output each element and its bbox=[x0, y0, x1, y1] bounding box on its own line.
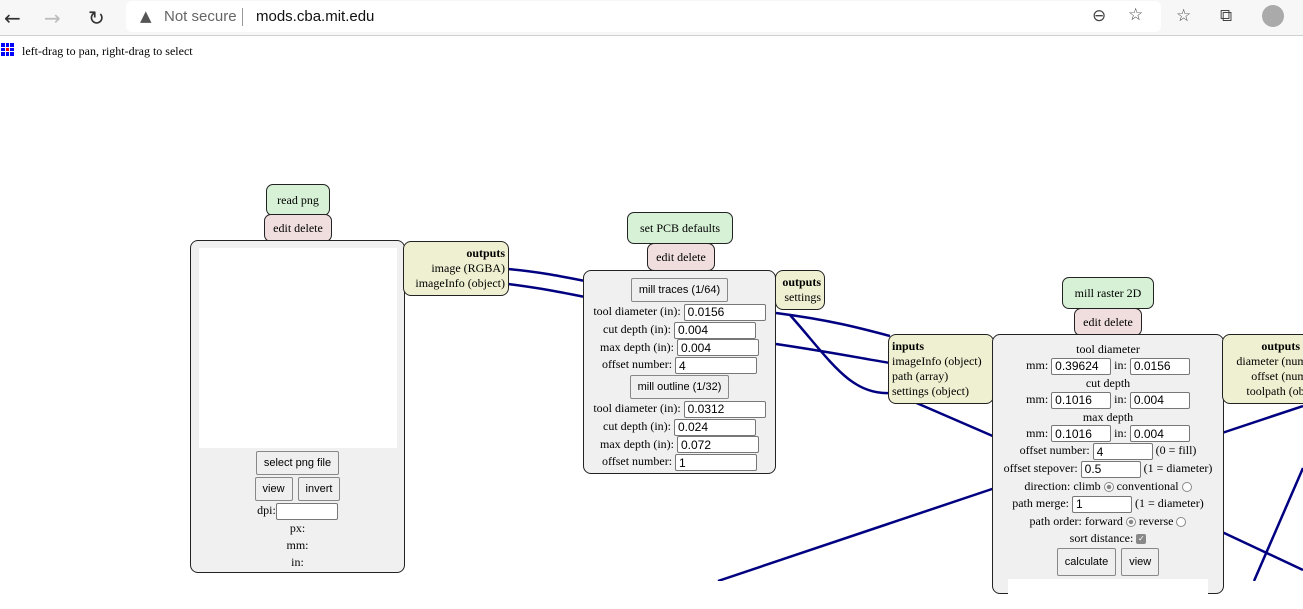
label: in: bbox=[1114, 358, 1127, 372]
forward-radio[interactable] bbox=[1125, 516, 1136, 527]
label: conventional bbox=[1116, 478, 1179, 493]
mill-raster-module: tool diameter mm: in: cut depth mm: in: … bbox=[992, 334, 1224, 609]
wire bbox=[717, 486, 996, 581]
label: tool diameter (in): bbox=[593, 401, 681, 415]
label: reverse bbox=[1138, 513, 1174, 528]
note: (1 = diameter) bbox=[1143, 461, 1213, 475]
calculate-button[interactable]: calculate bbox=[1056, 547, 1117, 576]
input-path[interactable]: path (array) bbox=[892, 369, 990, 384]
px-label: px: bbox=[289, 520, 306, 535]
wire bbox=[1252, 467, 1303, 581]
label: offset number: bbox=[1019, 443, 1090, 458]
outputs-label: outputs bbox=[1261, 339, 1300, 353]
max-mm-input[interactable] bbox=[1051, 425, 1112, 443]
output-offset[interactable]: offset (number) bbox=[1226, 369, 1303, 384]
note: (1 = diameter) bbox=[1135, 495, 1204, 510]
offset-stepover-input[interactable] bbox=[1080, 460, 1141, 478]
wire bbox=[775, 311, 891, 338]
cut-mm-input[interactable] bbox=[1051, 391, 1112, 409]
in-label: in: bbox=[291, 554, 304, 569]
output-diameter[interactable]: diameter (number) bbox=[1226, 354, 1303, 369]
select-png-button[interactable]: select png file bbox=[255, 451, 340, 475]
sort-distance-checkbox[interactable]: ✓ bbox=[1136, 533, 1147, 544]
input-imageinfo[interactable]: imageInfo (object) bbox=[892, 354, 990, 369]
read-png-module: select png file view invert dpi: px: mm:… bbox=[190, 240, 405, 573]
traces-offset-number[interactable] bbox=[675, 357, 758, 374]
read-png-outputs: outputs image (RGBA) imageInfo (object) bbox=[403, 241, 509, 296]
traces-tool-diameter[interactable] bbox=[683, 303, 766, 321]
label: path order: forward bbox=[1029, 513, 1123, 528]
traces-max-depth[interactable] bbox=[676, 339, 759, 357]
label: direction: climb bbox=[1024, 478, 1101, 493]
reverse-radio[interactable] bbox=[1176, 516, 1187, 527]
invert-button[interactable]: invert bbox=[297, 477, 341, 501]
output-image[interactable]: image (RGBA) bbox=[407, 261, 505, 276]
cut-depth-heading: cut depth bbox=[1085, 375, 1131, 390]
outline-offset-number[interactable] bbox=[675, 454, 758, 471]
tool-in-input[interactable] bbox=[1129, 357, 1190, 375]
view-button[interactable]: view bbox=[1121, 547, 1160, 576]
label: in: bbox=[1114, 425, 1127, 440]
label: tool diameter (in): bbox=[593, 304, 681, 318]
output-imageinfo[interactable]: imageInfo (object) bbox=[407, 276, 505, 291]
dpi-input[interactable] bbox=[275, 502, 338, 520]
label: sort distance: bbox=[1069, 530, 1134, 545]
dpi-label: dpi: bbox=[257, 503, 276, 517]
wire bbox=[1221, 404, 1303, 435]
max-in-input[interactable] bbox=[1129, 425, 1190, 443]
toolpath-preview bbox=[1008, 578, 1208, 609]
outline-max-depth[interactable] bbox=[676, 436, 759, 454]
label: mm: bbox=[1026, 391, 1049, 406]
label: mm: bbox=[1026, 425, 1049, 440]
max-depth-heading: max depth bbox=[1082, 409, 1134, 424]
conventional-radio[interactable] bbox=[1181, 482, 1192, 492]
outputs-label: outputs bbox=[466, 246, 505, 260]
tool-mm-input[interactable] bbox=[1051, 357, 1112, 375]
climb-radio[interactable] bbox=[1103, 482, 1114, 492]
pcb-defaults-title[interactable]: set PCB defaults bbox=[627, 212, 733, 244]
tool-diameter-heading: tool diameter bbox=[1076, 342, 1140, 356]
read-png-edit-delete[interactable]: edit delete bbox=[264, 214, 332, 242]
mill-raster-title[interactable]: mill raster 2D bbox=[1062, 277, 1154, 309]
label: max depth (in): bbox=[600, 436, 674, 451]
label: offset number: bbox=[601, 357, 673, 372]
output-toolpath[interactable]: toolpath (object) bbox=[1226, 384, 1303, 399]
cut-in-input[interactable] bbox=[1129, 391, 1190, 409]
outputs-label: outputs bbox=[782, 275, 821, 289]
inputs-label: inputs bbox=[892, 339, 925, 353]
label: offset stepover: bbox=[1003, 461, 1078, 475]
pcb-outputs: outputs settings bbox=[775, 270, 825, 310]
label: in: bbox=[1114, 391, 1127, 406]
label: max depth (in): bbox=[600, 339, 674, 354]
mill-outline-button[interactable]: mill outline (1/32) bbox=[629, 375, 730, 399]
label: path merge: bbox=[1012, 495, 1069, 510]
pcb-edit-delete[interactable]: edit delete bbox=[647, 243, 715, 271]
view-button[interactable]: view bbox=[254, 477, 293, 501]
label: cut depth (in): bbox=[603, 321, 671, 336]
offset-number-input[interactable] bbox=[1092, 443, 1153, 460]
output-settings[interactable]: settings bbox=[779, 290, 821, 305]
pcb-defaults-module: mill traces (1/64) tool diameter (in): c… bbox=[583, 270, 776, 474]
input-settings[interactable]: settings (object) bbox=[892, 384, 990, 399]
mill-traces-button[interactable]: mill traces (1/64) bbox=[630, 278, 729, 302]
label: mm: bbox=[1026, 358, 1049, 372]
raster-edit-delete[interactable]: edit delete bbox=[1074, 308, 1142, 336]
raster-inputs: inputs imageInfo (object) path (array) s… bbox=[888, 334, 994, 404]
wire bbox=[507, 282, 591, 300]
note: (0 = fill) bbox=[1155, 443, 1197, 458]
path-merge-input[interactable] bbox=[1072, 495, 1132, 513]
outline-cut-depth[interactable] bbox=[673, 418, 756, 436]
wire bbox=[507, 267, 591, 284]
outline-tool-diameter[interactable] bbox=[683, 400, 766, 418]
read-png-title[interactable]: read png bbox=[266, 184, 330, 216]
image-preview bbox=[198, 248, 397, 448]
traces-cut-depth[interactable] bbox=[673, 321, 756, 339]
mm-label: mm: bbox=[286, 537, 309, 552]
label: offset number: bbox=[601, 454, 673, 469]
wire bbox=[775, 342, 891, 365]
raster-outputs: outputs diameter (number) offset (number… bbox=[1222, 334, 1303, 404]
label: cut depth (in): bbox=[603, 418, 671, 433]
